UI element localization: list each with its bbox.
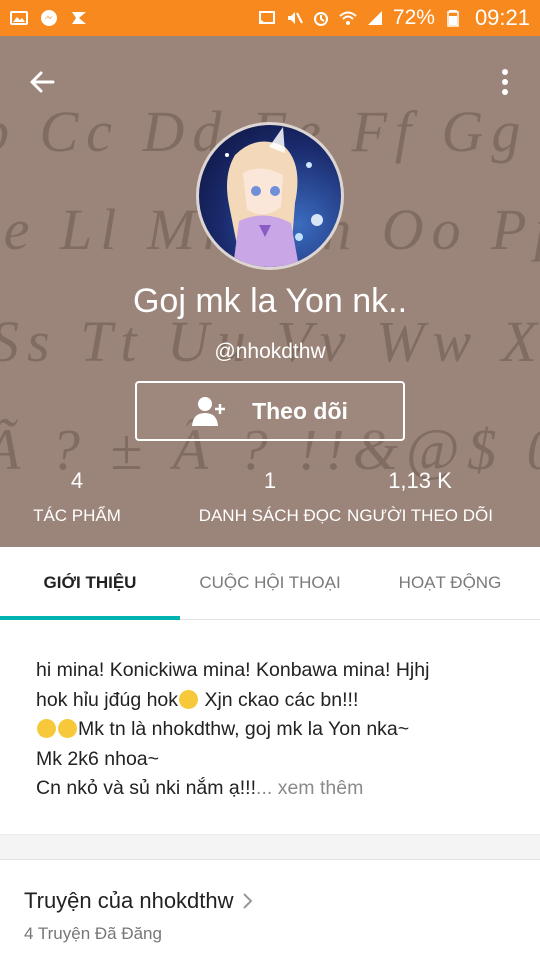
battery-icon bbox=[444, 9, 462, 27]
profile-username: @nhokdthw bbox=[214, 340, 326, 363]
gallery-icon bbox=[10, 9, 28, 27]
profile-stats: 4 TÁC PHẨM 1 DANH SÁCH ĐỌC 1,13 K NGƯỜI … bbox=[0, 468, 540, 526]
stat-works-label: TÁC PHẨM bbox=[33, 506, 121, 525]
mute-icon bbox=[285, 9, 303, 27]
back-arrow-icon bbox=[30, 71, 55, 93]
profile-display-name: Goj mk la Yon nk.. bbox=[132, 282, 408, 320]
smiling-emoji-icon bbox=[37, 719, 56, 738]
about-text: Mk tn là nhokdthw, goj mk la Yon nka~ bbox=[78, 718, 410, 740]
chevron-right-icon bbox=[242, 893, 252, 909]
about-section: hi mina! Konickiwa mina! Konbawa mina! H… bbox=[0, 622, 540, 834]
avatar-image bbox=[225, 127, 323, 267]
clock: 09:21 bbox=[474, 5, 530, 30]
profile-header: b Cc Dd Ee Ff Gg ce Ll Mm Nn Oo Pp Ss Tt… bbox=[0, 36, 540, 547]
back-button[interactable] bbox=[22, 62, 62, 102]
stories-count: 4 Truyện Đã Đăng bbox=[24, 924, 162, 943]
about-text: hok hỉu jđúg hok bbox=[36, 688, 179, 711]
add-user-icon bbox=[192, 397, 226, 426]
stat-followers[interactable]: 1,13 K NGƯỜI THEO DÕI bbox=[344, 468, 496, 526]
more-options-button[interactable] bbox=[490, 62, 520, 102]
stat-works[interactable]: 4 TÁC PHẨM bbox=[17, 468, 223, 526]
signal-icon bbox=[366, 9, 384, 27]
stat-reading-lists[interactable]: 1 DANH SÁCH ĐỌC bbox=[196, 468, 344, 526]
profile-avatar[interactable] bbox=[196, 122, 344, 270]
about-line: hi mina! Konickiwa mina! Konbawa mina! H… bbox=[36, 659, 430, 681]
about-line: Cn nkỏ và sủ nki nắm ạ!!!... xem thêm bbox=[36, 774, 504, 804]
about-text: Xjn ckao các bn!!! bbox=[199, 688, 359, 711]
battery-percentage: 72% bbox=[392, 6, 435, 29]
grinning-sweat-emoji-icon bbox=[179, 689, 199, 709]
messenger-icon bbox=[40, 9, 58, 27]
cast-icon bbox=[258, 9, 276, 27]
section-divider bbox=[0, 834, 540, 860]
follow-button[interactable]: Theo dõi bbox=[135, 381, 405, 441]
tab-about[interactable]: GIỚI THIỆU bbox=[0, 547, 180, 620]
tab-activity[interactable]: HOẠT ĐỘNG bbox=[360, 547, 540, 619]
see-more-link[interactable]: ... xem thêm bbox=[256, 777, 363, 799]
stat-followers-value: 1,13 K bbox=[388, 468, 452, 493]
stat-works-value: 4 bbox=[70, 468, 84, 493]
tab-conversations[interactable]: CUỘC HỘI THOẠI bbox=[180, 547, 360, 619]
app-notification-icon bbox=[70, 9, 88, 27]
profile-tabs: GIỚI THIỆU CUỘC HỘI THOẠI HOẠT ĐỘNG bbox=[0, 547, 540, 620]
about-text: Cn nkỏ và sủ nki nắm ạ!!! bbox=[36, 777, 257, 799]
stories-title: Truyện của nhokdthw bbox=[24, 888, 234, 913]
stat-followers-label: NGƯỜI THEO DÕI bbox=[347, 506, 493, 525]
about-line: Mk 2k6 nhoa~ bbox=[36, 747, 160, 770]
stat-reading-lists-label: DANH SÁCH ĐỌC bbox=[198, 506, 342, 525]
more-vertical-icon bbox=[502, 69, 508, 95]
status-bar: 72% 09:21 bbox=[0, 0, 540, 36]
about-line: Mk tn là nhokdthw, goj mk la Yon nka~ bbox=[36, 715, 504, 745]
smiling-emoji-icon bbox=[58, 719, 77, 738]
alarm-icon bbox=[312, 9, 330, 27]
wifi-icon bbox=[339, 9, 357, 27]
stories-section[interactable]: Truyện của nhokdthw 4 Truyện Đã Đăng bbox=[0, 860, 540, 960]
stories-title-row: Truyện của nhokdthw bbox=[24, 888, 516, 914]
follow-button-label: Theo dõi bbox=[252, 397, 348, 424]
stat-reading-lists-value: 1 bbox=[263, 468, 277, 493]
about-line: hok hỉu jđúg hok Xjn ckao các bn!!! bbox=[36, 686, 504, 716]
